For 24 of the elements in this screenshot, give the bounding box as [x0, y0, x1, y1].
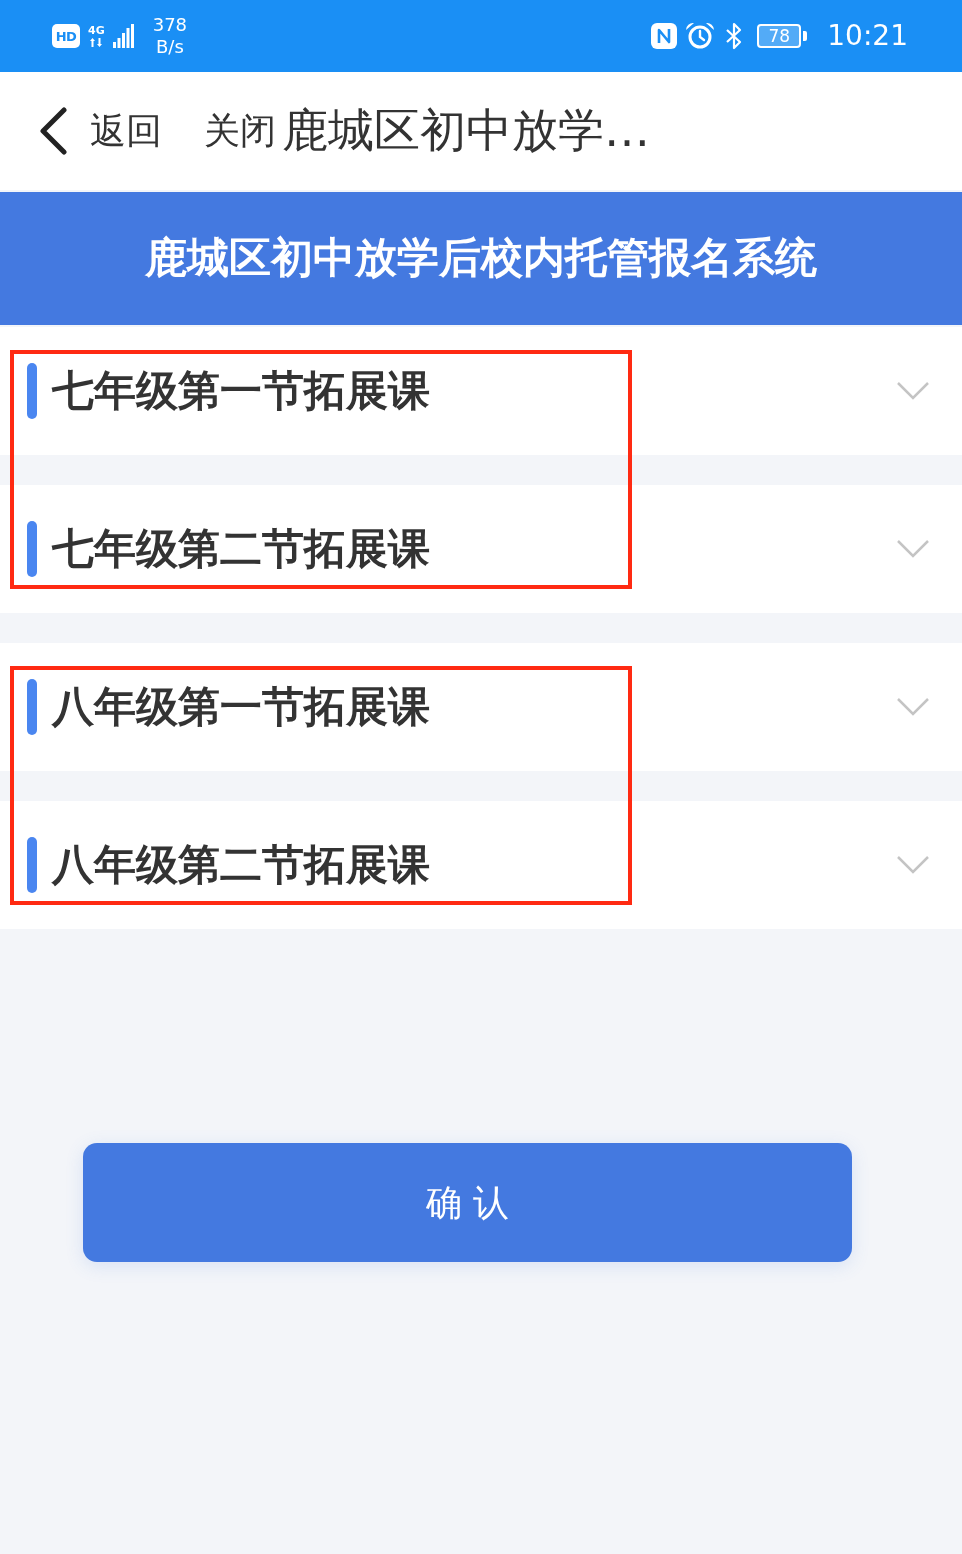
accordion-header[interactable]: 八年级第一节拓展课 [0, 643, 962, 771]
chevron-left-icon [38, 107, 68, 155]
back-button[interactable]: 返回 [38, 107, 162, 155]
accent-bar-icon [27, 679, 37, 735]
accordion-header[interactable]: 八年级第二节拓展课 [0, 801, 962, 929]
accordion-header[interactable]: 七年级第二节拓展课 [0, 485, 962, 613]
hd-indicator: HD [52, 24, 80, 48]
accent-bar-icon [27, 521, 37, 577]
clock-time: 10:21 [827, 22, 908, 50]
alarm-clock-icon [685, 22, 716, 50]
close-button[interactable]: 关闭 [204, 109, 276, 153]
system-title: 鹿城区初中放学后校内托管报名系统 [145, 233, 817, 284]
network-speed-value: 378 [152, 14, 188, 36]
nfc-icon [651, 23, 678, 49]
accordion-header[interactable]: 七年级第一节拓展课 [0, 327, 962, 455]
accent-bar-icon [27, 837, 37, 893]
data-arrows-icon [89, 38, 104, 47]
network-type-label: 4G [88, 25, 105, 36]
page-title: 鹿城区初中放学… [282, 103, 650, 159]
battery-indicator: 78 [757, 24, 808, 48]
confirm-button[interactable]: 确 认 [83, 1143, 852, 1262]
signal-bars-icon [112, 24, 135, 48]
accent-bar-icon [27, 363, 37, 419]
network-speed-unit: B/s [155, 36, 184, 58]
